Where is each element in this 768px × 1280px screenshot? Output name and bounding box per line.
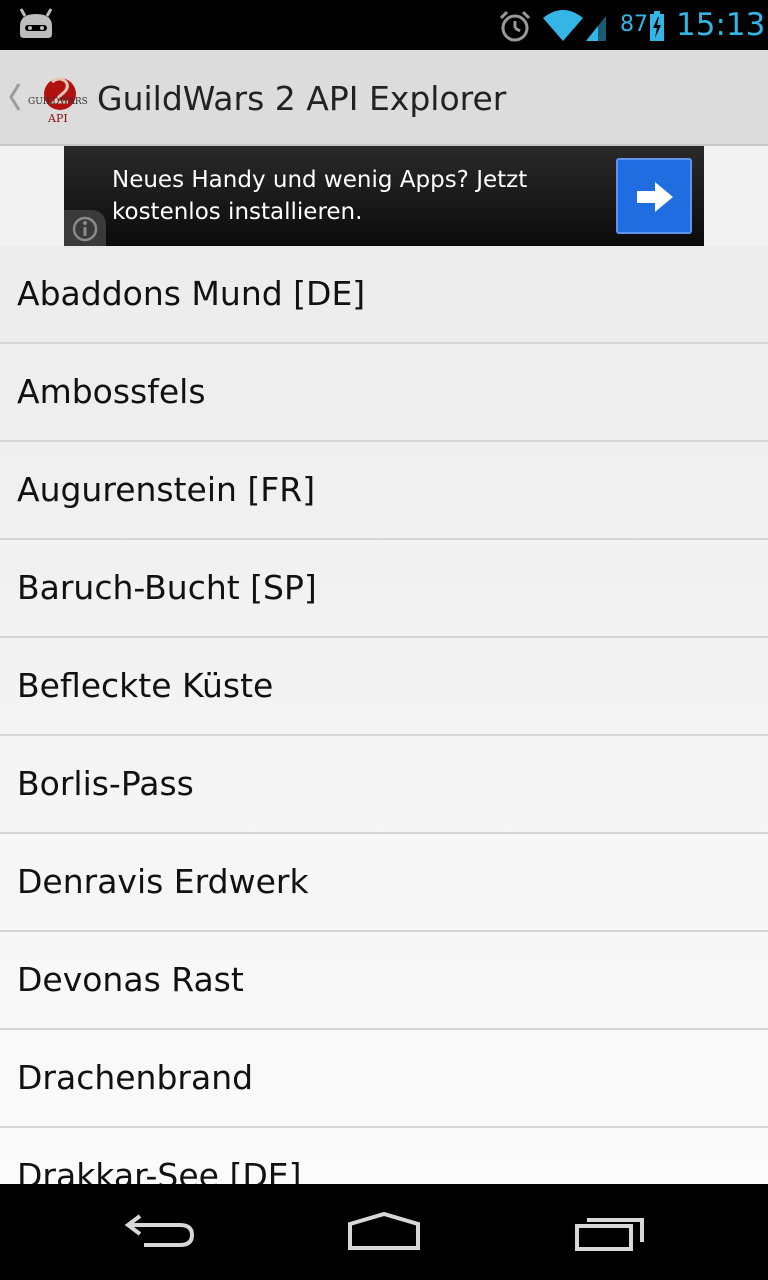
list-item[interactable]: Baruch-Bucht [SP]	[0, 540, 768, 638]
arrow-right-icon	[637, 182, 673, 212]
battery-percent: 87	[620, 12, 648, 37]
list-item-label: Augurenstein [FR]	[17, 470, 316, 509]
recent-apps-icon[interactable]	[574, 1212, 646, 1252]
list-item[interactable]: Drachenbrand	[0, 1030, 768, 1128]
cyanogenmod-android-icon	[19, 8, 53, 38]
clock: 15:13	[676, 7, 766, 43]
ad-banner[interactable]: Neues Handy und wenig Apps? Jetzt kosten…	[64, 146, 704, 246]
list-item-label: Denravis Erdwerk	[17, 862, 309, 901]
alarm-icon	[499, 10, 531, 42]
list-item[interactable]: Denravis Erdwerk	[0, 834, 768, 932]
battery-charging-icon	[650, 11, 664, 41]
ad-install-button[interactable]	[616, 158, 692, 234]
home-icon[interactable]	[346, 1212, 422, 1252]
list-item-label: Baruch-Bucht [SP]	[17, 568, 317, 607]
list-item[interactable]: Drakkar-See [DE]	[0, 1128, 768, 1184]
logo-api-text: API	[47, 112, 68, 125]
wifi-icon	[543, 10, 606, 41]
ad-text: Neues Handy und wenig Apps? Jetzt kosten…	[112, 167, 528, 225]
app-logo-icon[interactable]: GUILDWARS 2 API	[26, 70, 96, 130]
list-item-label: Devonas Rast	[17, 960, 244, 999]
up-chevron-icon[interactable]	[7, 80, 21, 114]
app-title: GuildWars 2 API Explorer	[97, 79, 507, 118]
list-item-label: Drachenbrand	[17, 1058, 254, 1097]
list-item-label: Drakkar-See [DE]	[17, 1156, 302, 1184]
list-item[interactable]: Abaddons Mund [DE]	[0, 246, 768, 344]
status-bar: 87 15:13	[0, 0, 768, 50]
list-item[interactable]: Ambossfels	[0, 344, 768, 442]
action-bar: GUILDWARS 2 API GuildWars 2 API Explorer	[0, 50, 768, 146]
list-item-label: Ambossfels	[17, 372, 206, 411]
list-item[interactable]: Devonas Rast	[0, 932, 768, 1030]
info-icon[interactable]	[64, 210, 106, 246]
list-item[interactable]: Augurenstein [FR]	[0, 442, 768, 540]
list-item-label: Befleckte Küste	[17, 666, 274, 705]
logo-wordmark: GUILDWARS 2	[28, 97, 88, 107]
server-list[interactable]: Abaddons Mund [DE] Ambossfels Augurenste…	[0, 246, 768, 1184]
list-item-label: Borlis-Pass	[17, 764, 194, 803]
navigation-bar	[0, 1184, 768, 1280]
list-item[interactable]: Befleckte Küste	[0, 638, 768, 736]
list-item[interactable]: Borlis-Pass	[0, 736, 768, 834]
back-icon[interactable]	[124, 1210, 196, 1250]
list-item-label: Abaddons Mund [DE]	[17, 274, 366, 313]
